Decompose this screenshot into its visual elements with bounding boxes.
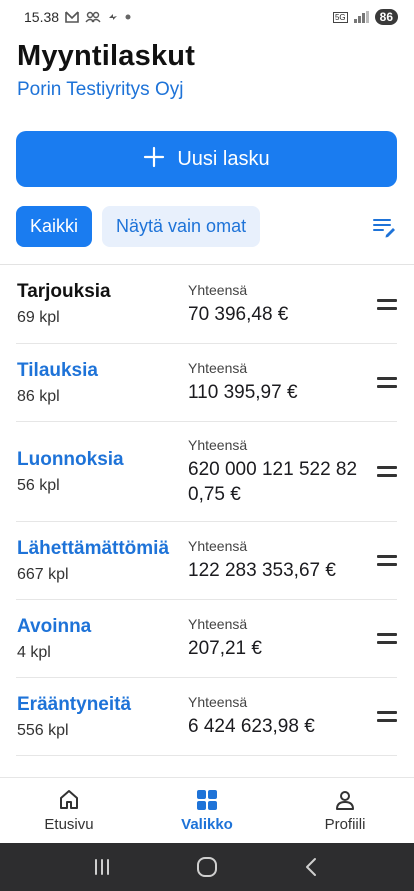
new-invoice-button[interactable]: Uusi lasku [16,131,397,187]
bottom-nav: Etusivu Valikko Profiili [0,777,414,843]
status-bar: 15.38 5G 86 [0,0,414,34]
drag-handle-icon[interactable] [371,711,397,722]
row-left: Erääntyneitä 556 kpl [16,694,188,740]
drag-handle-icon[interactable] [371,298,397,310]
sync-icon [109,14,118,20]
row-count: 56 kpl [17,476,60,494]
network-indicator: 5G [332,11,348,23]
row-total-label: Yhteensä [188,281,248,298]
row-left: Lähettämättömiä 667 kpl [16,538,188,584]
row-total-label: Yhteensä [188,360,248,376]
row-mid: Yhteensä 6 424 623,98 € [188,694,371,739]
row-total: 620 000 121 522 820,75 € [188,458,358,505]
new-invoice-label: Uusi lasku [177,147,270,170]
row-mid: Yhteensä 207,21 € [188,616,371,661]
row-left: Avoinna 4 kpl [16,616,188,662]
row-mid: Yhteensä 122 283 353,67 € [188,538,371,583]
row-total: 6 424 623,98 € [188,716,315,737]
drag-handle-icon[interactable] [371,633,397,644]
list-item[interactable]: Avoinna 4 kpl Yhteensä 207,21 € [16,600,397,678]
row-mid: Yhteensä 70 396,48 € [188,282,371,327]
row-name: Erääntyneitä [17,693,132,715]
filter-bar: Kaikki Näytä vain omat [16,206,397,247]
row-left: Tilauksia 86 kpl [16,360,188,406]
status-time: 15.38 [24,9,60,25]
home-icon [60,790,78,809]
row-count: 86 kpl [17,387,60,405]
row-count: 4 kpl [17,643,51,661]
dot-icon [125,14,131,20]
row-count: 667 kpl [17,565,69,583]
signal-icon [353,11,369,23]
row-name: Avoinna [17,615,92,637]
drag-handle-icon[interactable] [371,555,397,566]
row-left: Luonnoksia 56 kpl [16,449,188,495]
nav-home[interactable]: Etusivu [0,778,138,843]
row-count: 69 kpl [17,309,60,326]
group-icon [85,11,101,23]
battery-indicator: 86 [374,9,398,25]
filter-own-chip[interactable]: Näytä vain omat [102,206,261,247]
row-name: Tarjouksia [17,281,111,302]
row-total-label: Yhteensä [188,616,248,632]
row-name: Lähettämättömiä [17,537,170,559]
edit-list-icon[interactable] [371,214,397,240]
grid-icon [197,790,217,810]
status-left: 15.38 [24,9,131,25]
row-mid: Yhteensä 620 000 121 522 820,75 € [188,437,371,507]
recents-icon[interactable] [90,855,114,879]
nav-profile[interactable]: Profiili [276,778,414,843]
page-title: Myyntilaskut [17,40,196,72]
row-total: 207,21 € [188,638,262,659]
filter-all-chip[interactable]: Kaikki [16,206,93,247]
person-icon [336,791,354,810]
nav-home-label: Etusivu [44,816,94,833]
list-item[interactable]: Erääntyneitä 556 kpl Yhteensä 6 424 623,… [16,678,397,756]
row-total-label: Yhteensä [188,436,248,453]
home-button-icon[interactable] [195,855,219,879]
mail-icon [65,11,79,23]
status-right: 5G 86 [332,9,398,25]
row-mid: Yhteensä 110 395,97 € [188,360,371,405]
row-name: Tilauksia [17,359,98,381]
list-item[interactable]: Lähettämättömiä 667 kpl Yhteensä 122 283… [16,522,397,600]
invoice-category-list: Tarjouksia 69 kpl Yhteensä 70 396,48 € T… [16,265,397,756]
plus-icon [143,145,165,173]
nav-profile-label: Profiili [324,816,366,833]
row-total: 122 283 353,67 € [188,560,336,581]
notification-icons [65,11,131,23]
row-left: Tarjouksia 69 kpl [16,281,188,327]
drag-handle-icon[interactable] [371,466,397,477]
row-name: Luonnoksia [17,448,124,470]
row-count: 556 kpl [17,721,69,739]
nav-menu-label: Valikko [181,816,233,833]
row-total-label: Yhteensä [188,694,248,710]
list-item[interactable]: Tilauksia 86 kpl Yhteensä 110 395,97 € [16,344,397,422]
back-icon[interactable] [300,855,324,879]
company-name[interactable]: Porin Testiyritys Oyj [17,79,397,101]
page-header: Myyntilaskut Porin Testiyritys Oyj [17,40,397,101]
system-nav-bar [0,843,414,891]
row-total: 110 395,97 € [188,382,298,403]
nav-menu[interactable]: Valikko [138,778,276,843]
list-item[interactable]: Luonnoksia 56 kpl Yhteensä 620 000 121 5… [16,422,397,522]
row-total: 70 396,48 € [188,303,289,325]
list-item[interactable]: Tarjouksia 69 kpl Yhteensä 70 396,48 € [16,265,397,344]
row-total-label: Yhteensä [188,538,248,554]
drag-handle-icon[interactable] [371,377,397,388]
